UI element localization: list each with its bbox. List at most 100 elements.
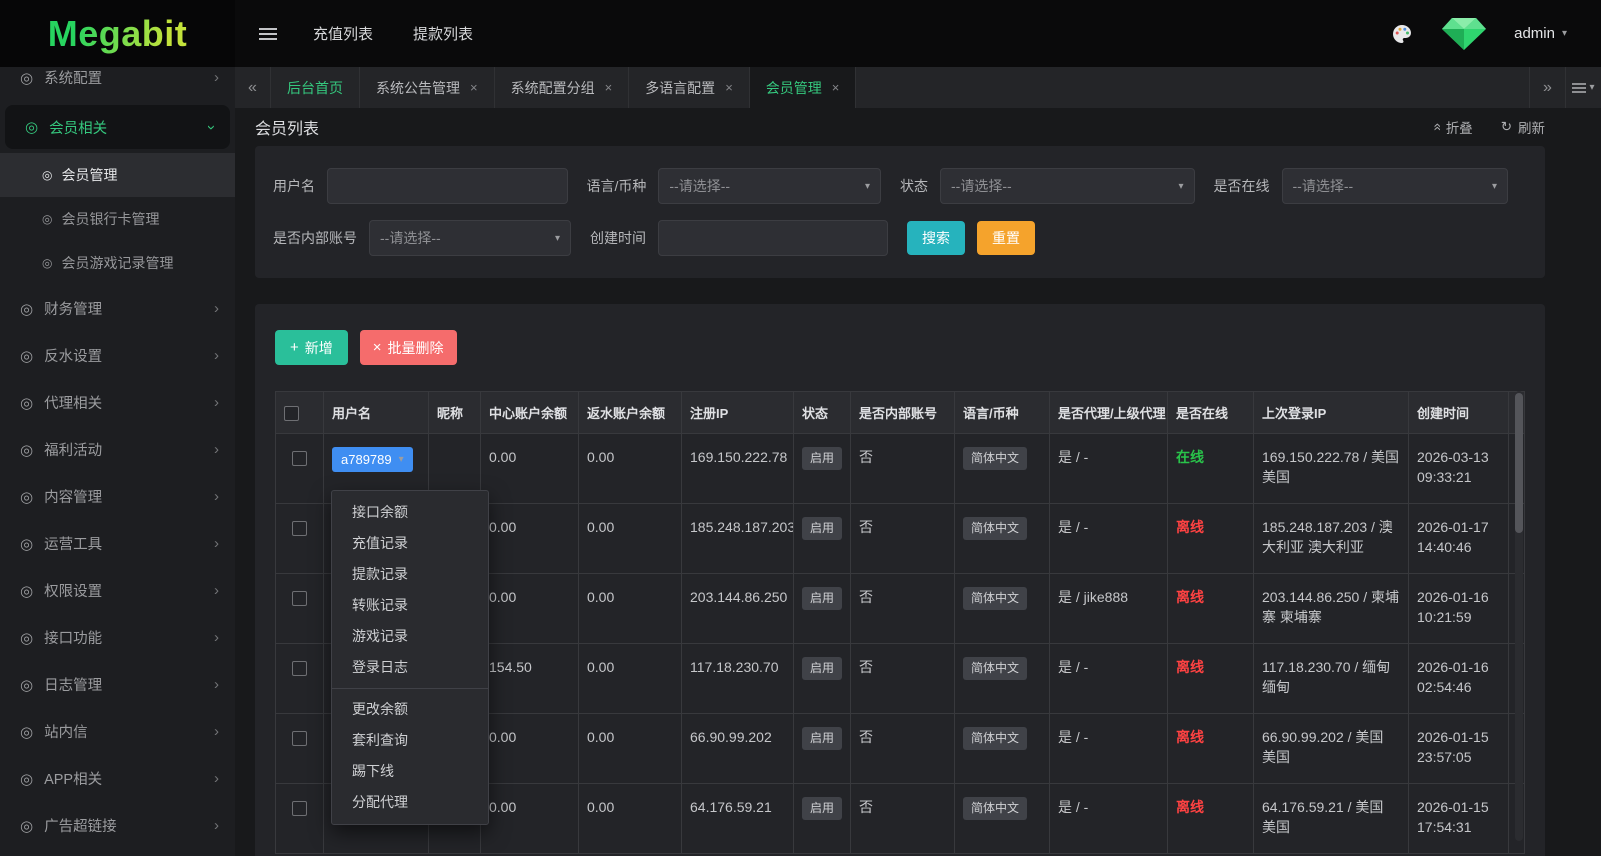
cell-last-login: 203.144.86.250 / 柬埔寨 柬埔寨 xyxy=(1253,573,1409,644)
sidebar-item-operation-tools[interactable]: ◎ 运营工具 › xyxy=(0,520,235,567)
user-menu[interactable]: admin ▾ xyxy=(1514,25,1567,42)
menu-item-assign-agent[interactable]: 分配代理 xyxy=(332,787,488,818)
row-checkbox[interactable] xyxy=(292,590,307,606)
row-checkbox[interactable] xyxy=(292,450,307,466)
tab-member-management[interactable]: 会员管理 × xyxy=(749,67,857,108)
collapse-button[interactable]: » 折叠 xyxy=(1428,117,1473,137)
menu-item-transfer-records[interactable]: 转账记录 xyxy=(332,590,488,621)
sidebar-item-finance[interactable]: ◎ 财务管理 › xyxy=(0,285,235,332)
sidebar-item-welfare[interactable]: ◎ 福利活动 › xyxy=(0,426,235,473)
cell-central-balance: 0.00 xyxy=(480,503,579,574)
sidebar-item-ad-links[interactable]: ◎ 广告超链接 › xyxy=(0,802,235,849)
internal-select[interactable]: --请选择-- ▾ xyxy=(369,220,571,256)
cell-register-ip: 66.90.99.202 xyxy=(681,713,794,784)
sidebar-item-agent[interactable]: ◎ 代理相关 › xyxy=(0,379,235,426)
batch-delete-button[interactable]: × 批量删除 xyxy=(359,330,457,365)
username-dropdown-button[interactable]: a789789 ▾ xyxy=(332,447,413,472)
row-checkbox[interactable] xyxy=(292,520,307,536)
chevron-down-icon: ▾ xyxy=(1561,28,1567,39)
add-button[interactable]: + 新增 xyxy=(275,330,348,365)
row-checkbox[interactable] xyxy=(292,800,307,816)
sidebar-item-rebate-settings[interactable]: ◎ 反水设置 › xyxy=(0,332,235,379)
username-input[interactable] xyxy=(327,168,568,204)
chevron-right-icon: › xyxy=(214,676,219,693)
diamond-icon[interactable] xyxy=(1442,16,1487,52)
language-select[interactable]: --请选择-- ▾ xyxy=(658,168,881,204)
chevron-right-icon: › xyxy=(214,488,219,505)
brand-logo[interactable]: Megabit xyxy=(0,0,235,67)
tab-close-icon[interactable]: × xyxy=(832,80,840,95)
status-select[interactable]: --请选择-- ▾ xyxy=(940,168,1195,204)
table-scrollbar[interactable] xyxy=(1515,391,1523,841)
tab-multilanguage-config[interactable]: 多语言配置 × xyxy=(629,67,750,108)
tab-config-groups[interactable]: 系统配置分组 × xyxy=(495,67,630,108)
cell-status: 启用 xyxy=(793,433,851,504)
cell-central-balance: 0.00 xyxy=(480,713,579,784)
hamburger-icon xyxy=(1572,82,1587,93)
cell-last-login: 169.150.222.78 / 美国 美国 xyxy=(1253,433,1409,504)
sidebar-item-logs[interactable]: ◎ 日志管理 › xyxy=(0,661,235,708)
sidebar-item-member-bankcard[interactable]: ◎ 会员银行卡管理 xyxy=(0,197,235,241)
sidebar-item-permissions[interactable]: ◎ 权限设置 › xyxy=(0,567,235,614)
sidebar-item-label: 反水设置 xyxy=(44,349,103,365)
row-checkbox[interactable] xyxy=(292,660,307,676)
sidebar-item-member-game-records[interactable]: ◎ 会员游戏记录管理 xyxy=(0,241,235,285)
tabs-scroll-left-icon[interactable]: « xyxy=(235,67,271,108)
chevron-right-icon: › xyxy=(214,347,219,364)
created-time-input[interactable] xyxy=(658,220,888,256)
cell-central-balance: 0.00 xyxy=(480,573,579,644)
internal-label: 是否内部账号 xyxy=(273,230,357,246)
select-value: --请选择-- xyxy=(1292,178,1354,194)
menu-item-api-balance[interactable]: 接口余额 xyxy=(332,497,488,528)
sidebar-item-member-management[interactable]: ◎ 会员管理 xyxy=(0,153,235,197)
page-header-actions: » 折叠 ↻ 刷新 xyxy=(1428,117,1545,137)
cell-created: 2026-01-16 02:54:46 xyxy=(1408,643,1509,714)
cell-last-login: 185.248.187.203 / 澳大利亚 澳大利亚 xyxy=(1253,503,1409,574)
cell-register-ip: 64.176.59.21 xyxy=(681,783,794,854)
menu-item-login-logs[interactable]: 登录日志 xyxy=(332,652,488,683)
tab-announcement-management[interactable]: 系统公告管理 × xyxy=(360,67,495,108)
plus-icon: + xyxy=(290,339,299,356)
tabs-scroll-right-icon[interactable]: » xyxy=(1529,67,1565,108)
reset-button[interactable]: 重置 xyxy=(977,221,1035,255)
tab-home[interactable]: 后台首页 xyxy=(271,67,360,108)
tab-close-icon[interactable]: × xyxy=(605,80,613,95)
select-all-checkbox[interactable] xyxy=(284,405,299,421)
online-select[interactable]: --请选择-- ▾ xyxy=(1281,168,1508,204)
cell-checkbox xyxy=(275,643,324,714)
tab-bar: « 后台首页 系统公告管理 × 系统配置分组 × 多语言配置 × 会员管理 × » ▾ xyxy=(235,67,1601,108)
sidebar-item-api[interactable]: ◎ 接口功能 › xyxy=(0,614,235,661)
topnav-recharge-list[interactable]: 充值列表 xyxy=(313,23,373,44)
scrollbar-thumb[interactable] xyxy=(1515,393,1523,533)
tab-label: 系统公告管理 xyxy=(376,79,460,96)
menu-item-change-balance[interactable]: 更改余额 xyxy=(332,694,488,725)
circle-icon: ◎ xyxy=(20,535,34,553)
sidebar-toggle-icon[interactable] xyxy=(259,27,277,40)
row-checkbox[interactable] xyxy=(292,730,307,746)
cell-language: 简体中文 xyxy=(954,433,1050,504)
tabs-menu-icon[interactable]: ▾ xyxy=(1565,67,1601,108)
tab-label: 多语言配置 xyxy=(645,79,716,96)
refresh-button[interactable]: ↻ 刷新 xyxy=(1501,117,1545,137)
circle-icon: ◎ xyxy=(20,394,34,412)
cell-internal: 否 xyxy=(850,503,955,574)
theme-palette-icon[interactable] xyxy=(1390,22,1414,46)
sidebar-item-app[interactable]: ◎ APP相关 › xyxy=(0,755,235,802)
cell-created: 2026-01-15 23:57:05 xyxy=(1408,713,1509,784)
menu-item-kick-offline[interactable]: 踢下线 xyxy=(332,756,488,787)
tab-close-icon[interactable]: × xyxy=(470,80,478,95)
sidebar-item-content[interactable]: ◎ 内容管理 › xyxy=(0,473,235,520)
menu-item-recharge-records[interactable]: 充值记录 xyxy=(332,528,488,559)
cell-checkbox xyxy=(275,713,324,784)
cell-online: 离线 xyxy=(1167,503,1254,574)
menu-item-withdraw-records[interactable]: 提款记录 xyxy=(332,559,488,590)
search-button[interactable]: 搜索 xyxy=(907,221,965,255)
topnav-withdraw-list[interactable]: 提款列表 xyxy=(413,23,473,44)
sidebar-item-system-config[interactable]: ◎ 系统配置 › xyxy=(0,67,235,101)
sidebar-item-member-related[interactable]: ◎ 会员相关 › xyxy=(5,105,230,149)
menu-item-arbitrage-query[interactable]: 套利查询 xyxy=(332,725,488,756)
cell-rebate-balance: 0.00 xyxy=(578,713,682,784)
tab-close-icon[interactable]: × xyxy=(725,80,733,95)
sidebar-item-site-messages[interactable]: ◎ 站内信 › xyxy=(0,708,235,755)
menu-item-game-records[interactable]: 游戏记录 xyxy=(332,621,488,652)
